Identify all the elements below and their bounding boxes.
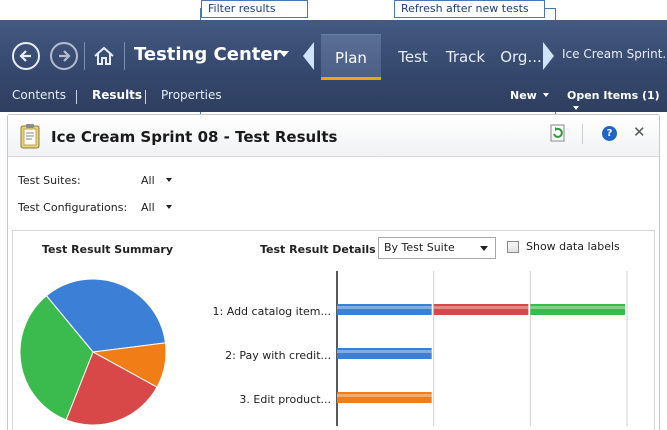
test-configurations-label: Test Configurations: xyxy=(18,201,128,214)
chevron-down-icon xyxy=(573,106,579,110)
sub-navigation: Contents Results Properties New Open Ite… xyxy=(0,86,667,110)
tab-track[interactable]: Track xyxy=(443,34,488,80)
nav-separator xyxy=(84,42,85,70)
group-by-value: By Test Suite xyxy=(384,241,455,254)
forward-arrow-icon[interactable] xyxy=(50,42,78,70)
test-configurations-filter[interactable]: All xyxy=(141,201,172,214)
tab-organize[interactable]: Org... xyxy=(500,34,542,80)
bar-segment-1-2[interactable] xyxy=(433,304,529,315)
breadcrumb[interactable]: Ice Cream Sprint... xyxy=(562,47,667,61)
open-items-menu[interactable]: Open Items (1) xyxy=(567,89,667,115)
show-data-labels-label[interactable]: Show data labels xyxy=(526,240,620,253)
test-results-panel: Ice Cream Sprint 08 - Test Results ? ✕ T… xyxy=(7,114,660,430)
header-separator xyxy=(582,124,583,144)
open-items-label: Open Items (1) xyxy=(567,89,660,102)
tab-test[interactable]: Test xyxy=(392,34,434,80)
details-title: Test Result Details xyxy=(260,243,376,256)
bar-category-label: 3. Edit product... xyxy=(239,393,331,406)
details-bar-chart xyxy=(336,271,628,426)
tab-plan[interactable]: Plan xyxy=(321,34,381,80)
chevron-down-icon xyxy=(542,93,549,97)
bar-category-label: 1: Add catalog item... xyxy=(212,305,331,318)
bar-segment-3-4[interactable] xyxy=(337,392,432,403)
subnav-properties[interactable]: Properties xyxy=(161,88,222,102)
show-data-labels-checkbox[interactable] xyxy=(507,241,519,253)
refresh-callout: Refresh after new tests xyxy=(394,0,545,18)
page-title: Ice Cream Sprint 08 - Test Results xyxy=(51,128,338,146)
main-nav-row: Testing Center Plan Test Track Org... Ic… xyxy=(0,20,667,90)
back-arrow-icon[interactable] xyxy=(12,42,40,70)
bar-segment-highlight xyxy=(337,306,432,309)
chevron-down-icon xyxy=(480,246,488,251)
filter-results-callout: Filter results xyxy=(201,0,308,18)
test-plan-icon xyxy=(20,124,40,149)
subnav-separator xyxy=(76,90,77,104)
nav-separator xyxy=(124,42,125,70)
bar-segment-highlight xyxy=(530,306,625,309)
help-icon[interactable]: ? xyxy=(602,126,617,141)
new-menu[interactable]: New xyxy=(510,89,549,102)
refresh-callout-connector xyxy=(544,8,556,9)
group-by-select[interactable]: By Test Suite xyxy=(378,237,496,259)
new-menu-label: New xyxy=(510,89,537,102)
test-configurations-filter-value: All xyxy=(141,201,155,214)
chevron-down-icon xyxy=(165,178,172,182)
app-title-dropdown-icon[interactable] xyxy=(279,51,289,57)
bar-segment-highlight xyxy=(433,306,529,309)
chevron-down-icon xyxy=(165,205,172,209)
subnav-contents[interactable]: Contents xyxy=(12,88,66,102)
tabs-scroll-right-icon[interactable] xyxy=(543,42,554,70)
top-navigation-bar: Testing Center Plan Test Track Org... Ic… xyxy=(0,20,667,112)
test-suites-label: Test Suites: xyxy=(18,174,81,187)
app-title[interactable]: Testing Center xyxy=(134,44,281,65)
subnav-separator xyxy=(145,90,146,104)
bar-category-label: 2: Pay with credit... xyxy=(225,349,331,362)
tabs-scroll-left-icon[interactable] xyxy=(303,42,314,70)
test-suites-filter[interactable]: All xyxy=(141,174,172,187)
bar-segment-1-1[interactable] xyxy=(337,304,432,315)
bar-segment-highlight xyxy=(337,350,432,353)
close-icon[interactable]: ✕ xyxy=(633,123,646,141)
bar-segment-1-3[interactable] xyxy=(530,304,625,315)
bar-segment-2-1[interactable] xyxy=(337,348,432,359)
results-chart-area: Test Result Summary Test Result Details … xyxy=(12,230,655,430)
refresh-icon[interactable] xyxy=(550,124,566,142)
bar-segment-highlight xyxy=(337,394,432,397)
summary-title: Test Result Summary xyxy=(42,243,174,256)
panel-header: Ice Cream Sprint 08 - Test Results ? ✕ xyxy=(8,115,659,157)
test-suites-filter-value: All xyxy=(141,174,155,187)
subnav-results[interactable]: Results xyxy=(92,88,142,102)
home-icon[interactable] xyxy=(92,44,116,68)
